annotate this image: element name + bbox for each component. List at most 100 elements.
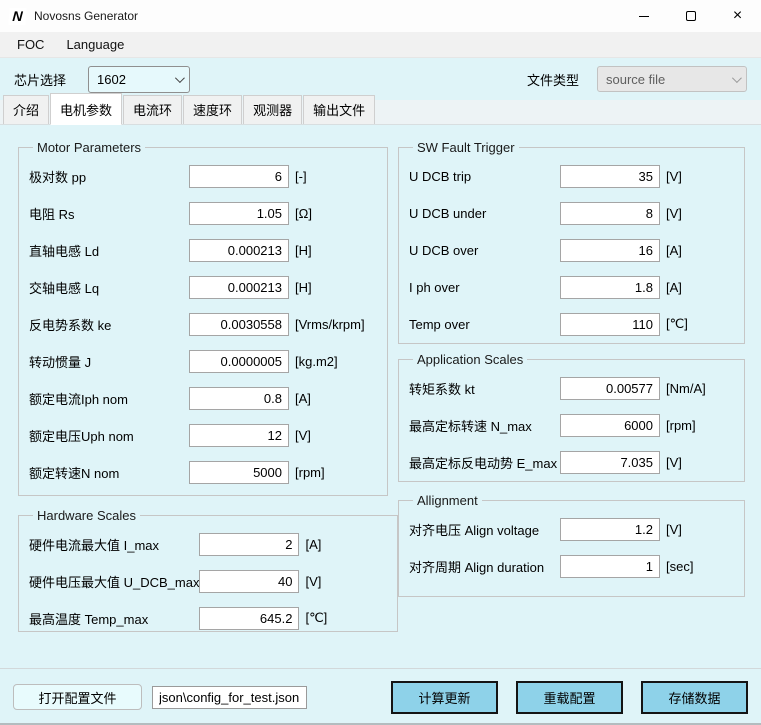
- param-unit: [kg.m2]: [289, 354, 379, 369]
- param-row: 硬件电压最大值 U_DCB_max [V]: [27, 570, 389, 592]
- maximize-button[interactable]: [667, 0, 714, 32]
- param-row: 转动惯量 J [kg.m2]: [27, 350, 379, 372]
- param-label: 直轴电感 Ld: [27, 241, 189, 260]
- group-title: Allignment: [413, 493, 482, 508]
- param-unit: [A]: [299, 537, 389, 552]
- file-type-dropdown[interactable]: source file: [597, 66, 747, 92]
- param-input-j[interactable]: [189, 350, 289, 373]
- param-unit: [V]: [299, 574, 389, 589]
- file-type-value: source file: [606, 72, 732, 87]
- param-input-e-max[interactable]: [560, 451, 660, 474]
- param-label: 电阻 Rs: [27, 204, 189, 223]
- save-data-button[interactable]: 存储数据: [641, 681, 748, 714]
- menu-item-foc[interactable]: FOC: [6, 33, 55, 56]
- param-label: 最高定标转速 N_max: [407, 416, 560, 435]
- param-unit: [Vrms/krpm]: [289, 317, 379, 332]
- chevron-down-icon: [175, 73, 185, 83]
- param-input-iph-nom[interactable]: [189, 387, 289, 410]
- param-row: U DCB over [A]: [407, 239, 736, 261]
- param-unit: [rpm]: [660, 418, 736, 433]
- chip-select-value: 1602: [97, 72, 175, 87]
- tab-speed-loop[interactable]: 速度环: [183, 95, 242, 124]
- param-input-align-duration[interactable]: [560, 555, 660, 578]
- param-input-lq[interactable]: [189, 276, 289, 299]
- param-label: 硬件电压最大值 U_DCB_max: [27, 572, 199, 591]
- maximize-icon: [686, 11, 696, 21]
- title-bar: N Novosns Generator ×: [0, 0, 761, 32]
- param-row: 额定电流Iph nom [A]: [27, 387, 379, 409]
- minimize-icon: [639, 16, 649, 17]
- param-unit: [V]: [660, 169, 736, 184]
- param-unit: [-]: [289, 169, 379, 184]
- open-config-button[interactable]: 打开配置文件: [13, 684, 142, 710]
- param-row: 额定电压Uph nom [V]: [27, 424, 379, 446]
- param-input-udcb-trip[interactable]: [560, 165, 660, 188]
- group-title: SW Fault Trigger: [413, 140, 519, 155]
- param-label: U DCB under: [407, 206, 560, 221]
- param-input-temp-over[interactable]: [560, 313, 660, 336]
- app-window: N Novosns Generator × FOC Language 芯片选择 …: [0, 0, 761, 725]
- param-label: 交轴电感 Lq: [27, 278, 189, 297]
- param-row: 极对数 pp [-]: [27, 165, 379, 187]
- group-motor-parameters: Motor Parameters 极对数 pp [-] 电阻 Rs [Ω] 直轴…: [18, 140, 388, 496]
- tab-output-file[interactable]: 输出文件: [303, 95, 375, 124]
- param-row: 电阻 Rs [Ω]: [27, 202, 379, 224]
- param-unit: [rpm]: [289, 465, 379, 480]
- param-input-ld[interactable]: [189, 239, 289, 262]
- param-unit: [A]: [289, 391, 379, 406]
- param-input-uph-nom[interactable]: [189, 424, 289, 447]
- param-unit: [H]: [289, 280, 379, 295]
- param-label: 硬件电流最大值 I_max: [27, 535, 199, 554]
- param-input-iph-over[interactable]: [560, 276, 660, 299]
- close-button[interactable]: ×: [714, 0, 761, 32]
- chip-select-dropdown[interactable]: 1602: [88, 66, 190, 93]
- tab-bar: 介绍 电机参数 电流环 速度环 观测器 输出文件: [0, 100, 761, 125]
- param-input-udcb-over[interactable]: [560, 239, 660, 262]
- param-input-pp[interactable]: [189, 165, 289, 188]
- param-unit: [V]: [660, 206, 736, 221]
- tab-current-loop[interactable]: 电流环: [123, 95, 182, 124]
- tab-motor-params[interactable]: 电机参数: [50, 93, 122, 125]
- param-unit: [A]: [660, 243, 736, 258]
- param-label: 极对数 pp: [27, 167, 189, 186]
- param-label: U DCB over: [407, 243, 560, 258]
- group-allignment: Allignment 对齐电压 Align voltage [V] 对齐周期 A…: [398, 493, 745, 597]
- param-unit: [V]: [660, 522, 736, 537]
- param-unit: [Nm/A]: [660, 381, 736, 396]
- reload-config-button[interactable]: 重载配置: [516, 681, 623, 714]
- param-row: 硬件电流最大值 I_max [A]: [27, 533, 389, 555]
- close-icon: ×: [733, 8, 742, 24]
- param-input-align-voltage[interactable]: [560, 518, 660, 541]
- param-row: I ph over [A]: [407, 276, 736, 298]
- minimize-button[interactable]: [620, 0, 667, 32]
- calc-update-button[interactable]: 计算更新: [391, 681, 498, 714]
- param-input-n-nom[interactable]: [189, 461, 289, 484]
- tab-content: Motor Parameters 极对数 pp [-] 电阻 Rs [Ω] 直轴…: [0, 125, 761, 668]
- param-unit: [sec]: [660, 559, 736, 574]
- param-input-temp-max[interactable]: [199, 607, 299, 630]
- tab-intro[interactable]: 介绍: [3, 95, 49, 124]
- param-label: 转矩系数 kt: [407, 379, 560, 398]
- param-input-i-max[interactable]: [199, 533, 299, 556]
- param-input-kt[interactable]: [560, 377, 660, 400]
- param-unit: [Ω]: [289, 206, 379, 221]
- config-path-input[interactable]: [152, 686, 307, 709]
- param-input-ke[interactable]: [189, 313, 289, 336]
- param-input-udcb-under[interactable]: [560, 202, 660, 225]
- param-input-rs[interactable]: [189, 202, 289, 225]
- window-title: Novosns Generator: [34, 9, 138, 23]
- param-row: 最高定标转速 N_max [rpm]: [407, 414, 736, 436]
- param-input-udcb-max[interactable]: [199, 570, 299, 593]
- param-label: 反电势系数 ke: [27, 315, 189, 334]
- param-unit: [℃]: [299, 610, 389, 626]
- param-row: 最高温度 Temp_max [℃]: [27, 607, 389, 629]
- param-input-n-max[interactable]: [560, 414, 660, 437]
- param-unit: [V]: [289, 428, 379, 443]
- param-unit: [A]: [660, 280, 736, 295]
- tab-observer[interactable]: 观测器: [243, 95, 302, 124]
- param-label: 额定电压Uph nom: [27, 426, 189, 445]
- chip-select-label: 芯片选择: [14, 70, 66, 89]
- param-label: 额定转速N nom: [27, 463, 189, 482]
- group-title: Motor Parameters: [33, 140, 145, 155]
- menu-item-language[interactable]: Language: [55, 33, 135, 56]
